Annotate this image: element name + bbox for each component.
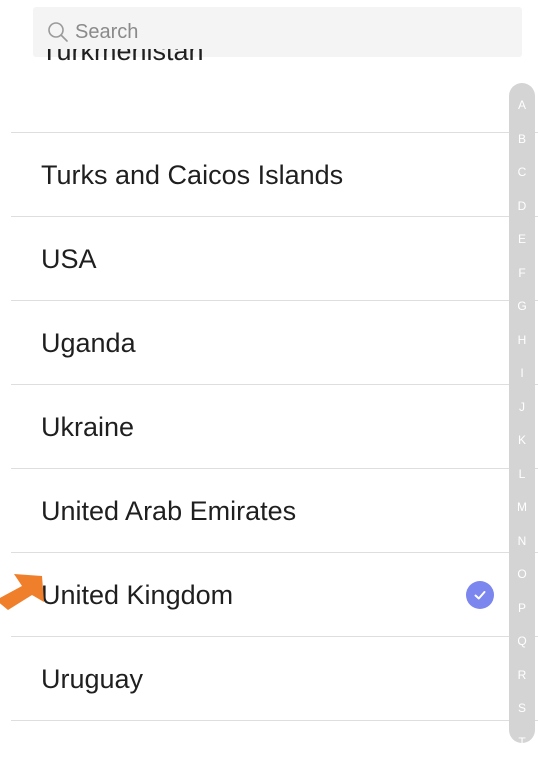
- index-letter[interactable]: I: [509, 357, 535, 391]
- index-letter[interactable]: P: [509, 592, 535, 626]
- index-letter[interactable]: J: [509, 391, 535, 425]
- index-letter[interactable]: N: [509, 525, 535, 559]
- index-letter[interactable]: L: [509, 458, 535, 492]
- index-letter[interactable]: D: [509, 190, 535, 224]
- list-item-selected[interactable]: United Kingdom: [0, 553, 538, 637]
- index-letter[interactable]: A: [509, 89, 535, 123]
- index-letter[interactable]: M: [509, 491, 535, 525]
- list-item[interactable]: Turkmenistan: [0, 49, 538, 133]
- index-letter[interactable]: E: [509, 223, 535, 257]
- country-name: United Arab Emirates: [41, 469, 296, 553]
- index-letter[interactable]: T: [509, 726, 535, 759]
- index-letter[interactable]: R: [509, 659, 535, 693]
- list-item[interactable]: Ukraine: [0, 385, 538, 469]
- alphabet-index-bar[interactable]: A B C D E F G H I J K L M N O P Q R S T: [509, 83, 535, 743]
- index-letter[interactable]: S: [509, 692, 535, 726]
- country-name: Turkmenistan: [41, 49, 204, 93]
- list-item[interactable]: Uruguay: [0, 637, 538, 721]
- search-input[interactable]: [75, 12, 495, 52]
- index-letter[interactable]: B: [509, 123, 535, 157]
- selected-checkmark-icon: [466, 581, 494, 609]
- list-item[interactable]: Turks and Caicos Islands: [0, 133, 538, 217]
- country-name: Uganda: [41, 301, 136, 385]
- index-letter[interactable]: O: [509, 558, 535, 592]
- country-name: Uruguay: [41, 637, 143, 721]
- arrow-pointer-icon: [0, 562, 50, 610]
- list-item[interactable]: USA: [0, 217, 538, 301]
- country-list[interactable]: Turkmenistan Turks and Caicos Islands US…: [0, 49, 538, 735]
- index-letter[interactable]: F: [509, 257, 535, 291]
- index-letter[interactable]: C: [509, 156, 535, 190]
- index-letter[interactable]: Q: [509, 625, 535, 659]
- country-name: Ukraine: [41, 385, 134, 469]
- list-item[interactable]: Uganda: [0, 301, 538, 385]
- index-letter[interactable]: H: [509, 324, 535, 358]
- search-icon: [47, 21, 69, 43]
- country-name: Turks and Caicos Islands: [41, 133, 343, 217]
- list-item[interactable]: United Arab Emirates: [0, 469, 538, 553]
- country-name: United Kingdom: [41, 553, 233, 637]
- country-name: USA: [41, 217, 97, 301]
- index-letter[interactable]: G: [509, 290, 535, 324]
- index-letter[interactable]: K: [509, 424, 535, 458]
